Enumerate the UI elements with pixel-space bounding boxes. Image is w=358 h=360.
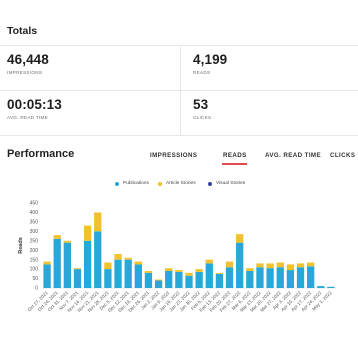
bar-article-stories xyxy=(276,262,284,268)
reads-label: READS xyxy=(193,70,211,75)
bar-publications xyxy=(63,242,71,288)
bar-article-stories xyxy=(114,254,122,260)
bar-publications xyxy=(144,272,153,288)
bar-article-stories xyxy=(195,269,203,272)
y-tick-label: 250 xyxy=(30,238,39,244)
bar-article-stories xyxy=(73,268,82,270)
tab-reads[interactable]: READS xyxy=(223,152,247,159)
active-tab-indicator xyxy=(222,163,247,165)
y-tick-label: 400 xyxy=(30,210,39,216)
bar-article-stories xyxy=(104,262,112,270)
avg-read-time-value: 00:05:13 xyxy=(7,97,62,112)
tab-clicks[interactable]: CLICKS xyxy=(330,152,355,159)
clicks-value: 53 xyxy=(193,97,209,112)
bar-publications xyxy=(175,271,183,288)
legend-label-article-stories[interactable]: Article Stories xyxy=(166,181,196,186)
page: Totals 46,448 IMPRESSIONS 4,199 READS 00… xyxy=(0,0,358,360)
bar-publications xyxy=(317,286,325,288)
bar-article-stories xyxy=(215,272,224,274)
bar-article-stories xyxy=(165,268,173,271)
bar-article-stories xyxy=(43,261,51,265)
bar-publications xyxy=(286,270,295,288)
y-tick-label: 150 xyxy=(30,257,39,263)
bar-publications xyxy=(53,238,61,288)
bar-publications xyxy=(266,268,274,288)
bar-article-stories xyxy=(246,268,254,271)
bar-publications xyxy=(256,267,264,288)
bar-article-stories xyxy=(256,263,264,268)
reads-value: 4,199 xyxy=(193,52,228,67)
bar-publications xyxy=(73,269,82,288)
bar-article-stories xyxy=(266,263,274,269)
bar-publications xyxy=(114,259,122,288)
bar-publications xyxy=(246,271,254,288)
y-tick-label: 0 xyxy=(35,286,38,292)
bar-article-stories xyxy=(53,235,61,239)
reads-chart: 050100150200250300350400450ReadsOct 17, … xyxy=(18,201,336,313)
stats-card: Totals 46,448 IMPRESSIONS 4,199 READS 00… xyxy=(0,0,358,360)
divider xyxy=(0,135,358,136)
bar-article-stories xyxy=(296,263,305,268)
bar-article-stories xyxy=(307,262,315,267)
bar-article-stories xyxy=(286,264,295,271)
bar-article-stories xyxy=(134,261,142,265)
legend-label-visual-stories[interactable]: Visual Stories xyxy=(216,181,245,186)
bar-publications xyxy=(83,240,92,288)
bar-publications xyxy=(225,267,234,288)
bar-publications xyxy=(327,286,335,288)
bar-article-stories xyxy=(175,270,183,272)
tab-impressions[interactable]: IMPRESSIONS xyxy=(150,152,197,159)
y-axis-label: Reads xyxy=(18,237,24,254)
legend-label-publications[interactable]: Publications xyxy=(123,181,149,186)
performance-title: Performance xyxy=(7,148,75,160)
bar-article-stories xyxy=(225,261,234,268)
bar-article-stories xyxy=(94,212,102,232)
tab-avg-read-time[interactable]: AVG. READ TIME xyxy=(265,152,321,159)
bar-publications xyxy=(236,242,244,288)
legend-dot-publications xyxy=(115,182,119,186)
bar-publications xyxy=(215,273,224,288)
avg-read-time-label: AVG. READ TIME xyxy=(7,115,49,120)
bar-publications xyxy=(104,269,112,288)
bar-publications xyxy=(205,263,213,288)
bar-publications xyxy=(276,267,284,288)
bar-article-stories xyxy=(63,240,71,243)
totals-title: Totals xyxy=(7,25,38,37)
clicks-label: CLICKS xyxy=(193,115,212,120)
legend-dot-visual-stories xyxy=(208,182,212,186)
bar-article-stories xyxy=(124,257,132,260)
y-tick-label: 450 xyxy=(30,201,39,207)
bar-article-stories xyxy=(185,272,193,276)
divider xyxy=(0,90,358,91)
bar-publications xyxy=(94,231,102,288)
bar-publications xyxy=(165,271,173,288)
y-tick-label: 300 xyxy=(30,229,39,235)
bar-publications xyxy=(185,275,193,288)
bar-article-stories xyxy=(83,225,92,241)
bar-publications xyxy=(307,266,315,288)
y-tick-label: 100 xyxy=(30,267,39,273)
bar-publications xyxy=(195,271,203,288)
bar-publications xyxy=(296,267,305,288)
bar-article-stories xyxy=(236,234,244,243)
bar-article-stories xyxy=(154,279,163,281)
y-tick-label: 50 xyxy=(32,276,38,282)
bar-publications xyxy=(134,264,142,288)
bar-publications xyxy=(154,280,163,288)
divider xyxy=(0,45,358,46)
y-tick-label: 350 xyxy=(30,219,39,225)
impressions-label: IMPRESSIONS xyxy=(7,70,43,75)
bar-article-stories xyxy=(144,271,153,273)
bar-article-stories xyxy=(205,259,213,264)
bar-publications xyxy=(43,264,51,288)
impressions-value: 46,448 xyxy=(7,52,49,67)
y-tick-label: 200 xyxy=(30,248,39,254)
legend-dot-article-stories xyxy=(158,182,162,186)
bar-publications xyxy=(124,259,132,288)
